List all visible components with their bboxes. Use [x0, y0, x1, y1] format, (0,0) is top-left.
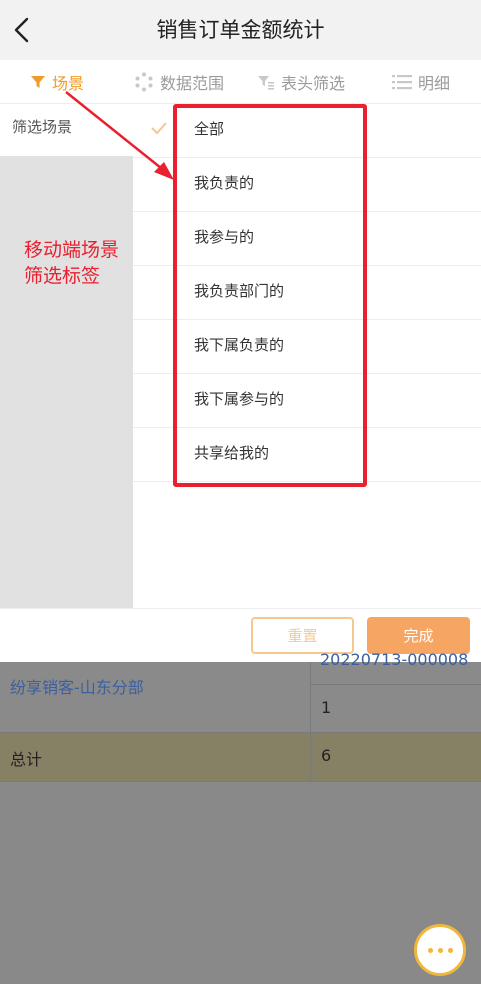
filter-icon	[31, 76, 45, 88]
report-table: 20220713-000008 纷享销客-山东分部 1 总计 6	[0, 650, 481, 782]
reset-button[interactable]: 重置	[251, 617, 354, 654]
table-total-row: 总计 6	[0, 732, 481, 782]
tab-detail[interactable]: 明细	[392, 60, 450, 104]
total-value: 6	[321, 746, 332, 765]
branch-name-cell[interactable]: 纷享销客-山东分部	[10, 674, 144, 698]
more-dot	[437, 947, 443, 953]
row-divider	[310, 684, 481, 685]
annotation-arrow	[65, 91, 174, 180]
annotation-line-2: 筛选标签	[24, 265, 101, 287]
column-divider	[310, 662, 311, 782]
more-dot	[447, 947, 453, 953]
list-icon	[392, 75, 412, 90]
annotation-text: 移动端场景 筛选标签	[24, 237, 119, 289]
tab-header-filter-label: 表头筛选	[281, 74, 346, 93]
table-row: 20220713-000008 纷享销客-山东分部 1	[0, 650, 481, 732]
more-dot	[427, 947, 433, 953]
tab-header-filter[interactable]: 表头筛选	[257, 60, 345, 104]
tab-detail-label: 明细	[418, 74, 451, 93]
page-title: 销售订单金额统计	[156, 18, 325, 42]
highlight-box	[173, 104, 367, 487]
total-label: 总计	[10, 750, 43, 769]
done-button[interactable]: 完成	[367, 617, 470, 654]
more-actions-button[interactable]	[414, 924, 466, 976]
row-value-cell: 1	[321, 698, 332, 717]
header-filter-icon	[258, 76, 274, 90]
header-bar: 销售订单金额统计	[0, 0, 481, 60]
order-number-cell[interactable]: 20220713-000008	[320, 650, 468, 669]
annotation-line-1: 移动端场景	[24, 239, 120, 261]
